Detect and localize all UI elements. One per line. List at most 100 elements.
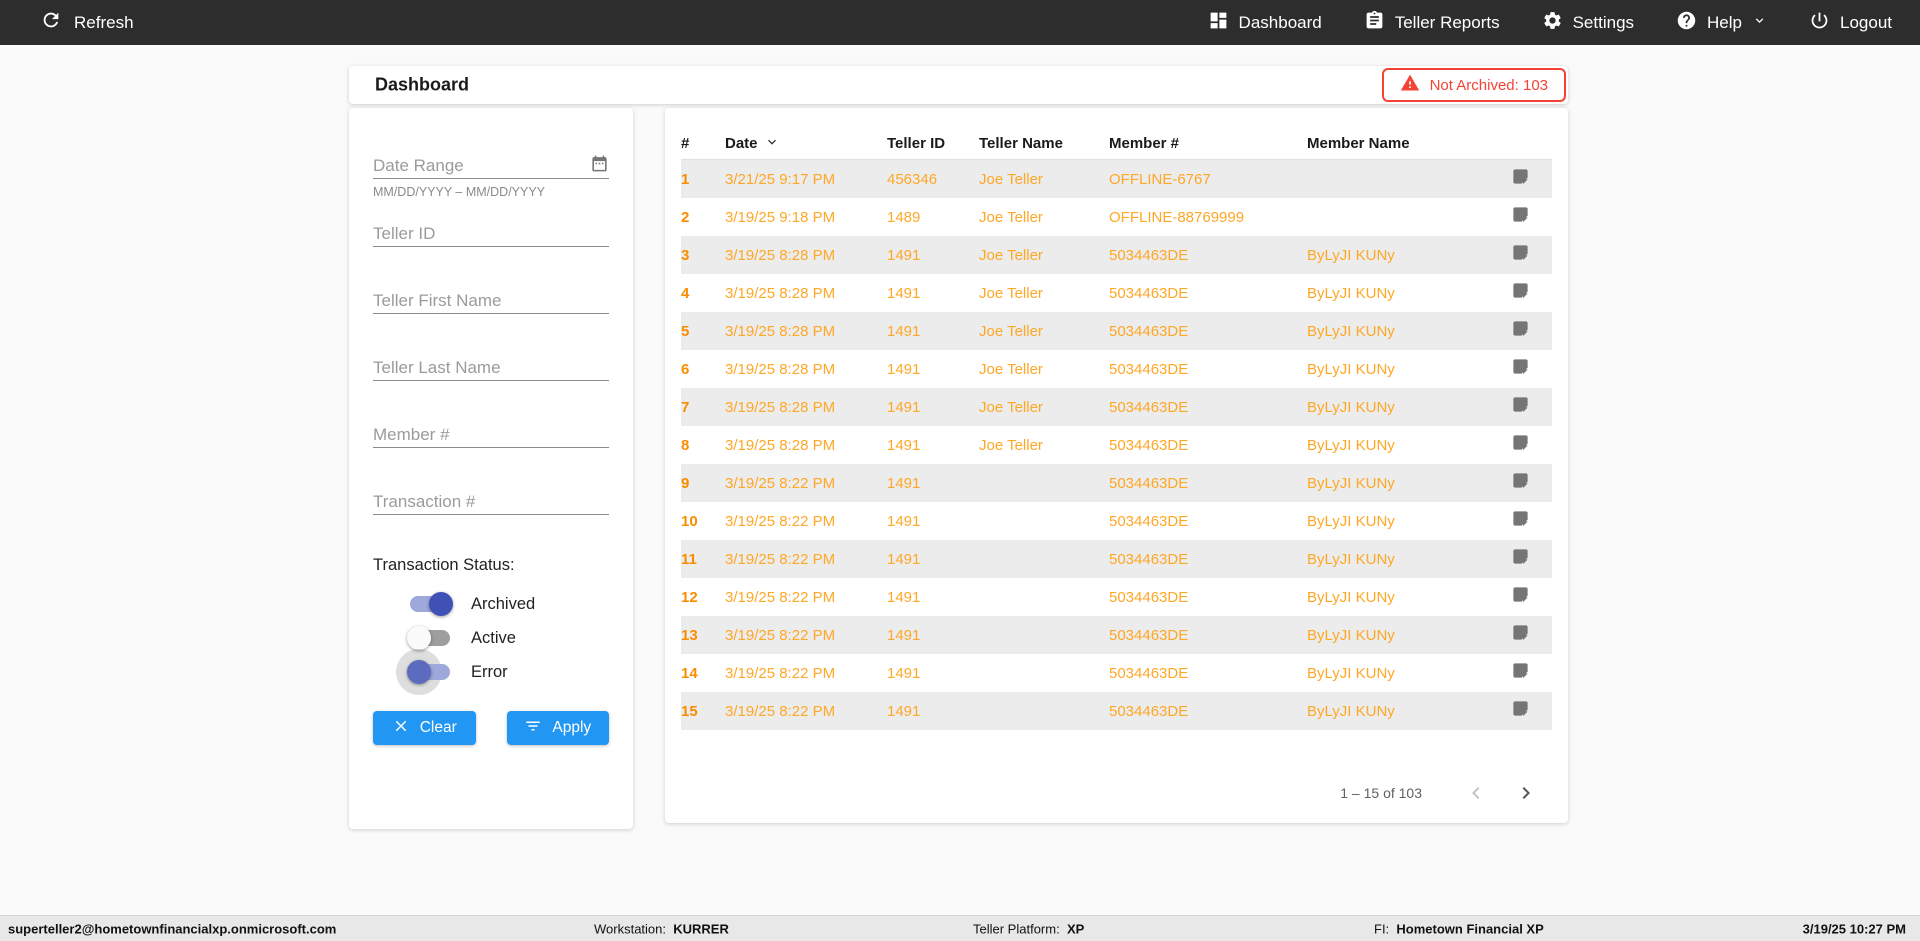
cell-member-number: 5034463DE: [1109, 664, 1189, 682]
refresh-button[interactable]: Refresh: [0, 9, 134, 36]
note-icon[interactable]: [1511, 547, 1530, 571]
nav-item-help[interactable]: Help: [1676, 10, 1767, 36]
cell-member-name: ByLyJI KUNy: [1307, 360, 1395, 378]
note-icon[interactable]: [1511, 395, 1530, 419]
teller-first-name-input[interactable]: [373, 288, 609, 314]
teller-last-name-input[interactable]: [373, 355, 609, 381]
cell-date: 3/19/25 8:28 PM: [725, 398, 836, 416]
cell-member-name: ByLyJI KUNy: [1307, 284, 1395, 302]
cell-date: 3/19/25 8:22 PM: [725, 626, 836, 644]
table-row[interactable]: 15 3/19/25 8:22 PM 1491 5034463DE ByLyJI KUN…: [681, 692, 1552, 730]
note-icon[interactable]: [1511, 205, 1530, 229]
page-title: Dashboard: [375, 74, 470, 95]
note-cell: [1489, 509, 1552, 533]
cell-date: 3/19/25 8:22 PM: [725, 664, 836, 682]
table-row[interactable]: 5 3/19/25 8:28 PM 1491 Joe Teller 5034463DE B…: [681, 312, 1552, 350]
pagination-range: 1 – 15 of 103: [1340, 785, 1422, 801]
refresh-icon: [40, 9, 62, 36]
not-archived-badge[interactable]: Not Archived: 103: [1381, 68, 1566, 102]
table-row[interactable]: 13 3/19/25 8:22 PM 1491 5034463DE ByLyJI KUN…: [681, 616, 1552, 654]
table-row[interactable]: 2 3/19/25 9:18 PM 1489 Joe Teller OFFLINE-88…: [681, 198, 1552, 236]
member-number-input[interactable]: [373, 422, 609, 448]
cell-teller-id: 1491: [887, 474, 921, 492]
nav-label: Dashboard: [1238, 12, 1322, 32]
refresh-label: Refresh: [74, 12, 134, 32]
nav-item-settings[interactable]: Settings: [1542, 10, 1634, 36]
note-icon[interactable]: [1511, 699, 1530, 723]
column-header--[interactable]: #: [681, 135, 725, 152]
column-header-teller-name[interactable]: Teller Name: [979, 135, 1109, 152]
nav-item-teller-reports[interactable]: Teller Reports: [1364, 10, 1500, 36]
table-row[interactable]: 7 3/19/25 8:28 PM 1491 Joe Teller 5034463DE B…: [681, 388, 1552, 426]
apply-button[interactable]: Apply: [506, 711, 609, 745]
note-icon[interactable]: [1511, 661, 1530, 685]
cell-date: 3/19/25 8:22 PM: [725, 550, 836, 568]
previous-page-button[interactable]: [1464, 781, 1488, 805]
cell-teller-id: 1491: [887, 550, 921, 568]
cell-num: 4: [681, 284, 690, 302]
cell-member-name: ByLyJI KUNy: [1307, 246, 1395, 264]
cell-date: 3/19/25 8:28 PM: [725, 360, 836, 378]
note-icon[interactable]: [1511, 433, 1530, 457]
workstation-info: Workstation: KURRER: [594, 921, 729, 936]
note-icon[interactable]: [1511, 471, 1530, 495]
next-page-button[interactable]: [1514, 781, 1538, 805]
note-icon[interactable]: [1511, 623, 1530, 647]
column-header-member-name[interactable]: Member Name: [1307, 135, 1489, 152]
table-row[interactable]: 6 3/19/25 8:28 PM 1491 Joe Teller 5034463DE B…: [681, 350, 1552, 388]
note-icon[interactable]: [1511, 319, 1530, 343]
table-row[interactable]: 14 3/19/25 8:22 PM 1491 5034463DE ByLyJI KUN…: [681, 654, 1552, 692]
help-icon: [1676, 10, 1697, 36]
cell-num: 14: [681, 664, 698, 682]
table-row[interactable]: 9 3/19/25 8:22 PM 1491 5034463DE ByLyJI KUNy: [681, 464, 1552, 502]
cell-member-number: 5034463DE: [1109, 246, 1189, 264]
date-range-format-hint: MM/DD/YYYY – MM/DD/YYYY: [373, 185, 546, 199]
clear-button[interactable]: Clear: [373, 711, 476, 745]
cell-num: 15: [681, 702, 698, 720]
note-icon[interactable]: [1511, 585, 1530, 609]
cell-member-number: 5034463DE: [1109, 398, 1189, 416]
note-icon[interactable]: [1511, 357, 1530, 381]
table-row[interactable]: 4 3/19/25 8:28 PM 1491 Joe Teller 5034463DE B…: [681, 274, 1552, 312]
column-header-date[interactable]: Date: [725, 134, 887, 154]
table-row[interactable]: 3 3/19/25 8:28 PM 1491 Joe Teller 5034463DE B…: [681, 236, 1552, 274]
cell-num: 5: [681, 322, 690, 340]
cell-teller-id: 1491: [887, 512, 921, 530]
note-icon[interactable]: [1511, 509, 1530, 533]
cell-num: 6: [681, 360, 690, 378]
note-icon[interactable]: [1511, 281, 1530, 305]
cell-num: 1: [681, 170, 690, 188]
cell-member-number: 5034463DE: [1109, 702, 1189, 720]
field-teller-last-name: [373, 355, 609, 381]
cell-member-number: 5034463DE: [1109, 284, 1189, 302]
teller-id-input[interactable]: [373, 221, 609, 247]
table-row[interactable]: 8 3/19/25 8:28 PM 1491 Joe Teller 5034463DE B…: [681, 426, 1552, 464]
note-icon[interactable]: [1511, 243, 1530, 267]
transactions-table-card: # Date Teller ID Teller Name Member # Member …: [665, 108, 1568, 823]
dashboard-icon: [1208, 10, 1229, 36]
fi-value: Hometown Financial XP: [1396, 921, 1544, 936]
cell-member-number: 5034463DE: [1109, 360, 1189, 378]
column-header-teller-id[interactable]: Teller ID: [887, 135, 979, 152]
note-icon[interactable]: [1511, 167, 1530, 191]
cell-date: 3/19/25 8:28 PM: [725, 284, 836, 302]
active-toggle[interactable]: [407, 625, 453, 651]
nav-item-dashboard[interactable]: Dashboard: [1208, 10, 1322, 36]
nav-item-logout[interactable]: Logout: [1809, 10, 1892, 36]
table-row[interactable]: 12 3/19/25 8:22 PM 1491 5034463DE ByLyJI KUN…: [681, 578, 1552, 616]
status-footer: superteller2@hometownfinancialxp.onmicro…: [0, 915, 1920, 941]
table-row[interactable]: 10 3/19/25 8:22 PM 1491 5034463DE ByLyJI KUN…: [681, 502, 1552, 540]
power-icon: [1809, 10, 1830, 36]
table-row[interactable]: 11 3/19/25 8:22 PM 1491 5034463DE ByLyJI KUN…: [681, 540, 1552, 578]
page-header-card: Dashboard Not Archived: 103: [349, 66, 1568, 104]
cell-date: 3/21/25 9:17 PM: [725, 170, 836, 188]
nav-label: Logout: [1840, 12, 1892, 32]
table-header-row: # Date Teller ID Teller Name Member # Member …: [681, 128, 1552, 160]
error-toggle[interactable]: [396, 649, 453, 695]
column-header-member-[interactable]: Member #: [1109, 135, 1307, 152]
calendar-icon[interactable]: [590, 154, 609, 178]
transaction-number-input[interactable]: [373, 489, 609, 515]
table-row[interactable]: 1 3/21/25 9:17 PM 456346 Joe Teller OFFLINE-…: [681, 160, 1552, 198]
date-range-input[interactable]: [373, 153, 609, 179]
archived-toggle[interactable]: [407, 591, 453, 617]
